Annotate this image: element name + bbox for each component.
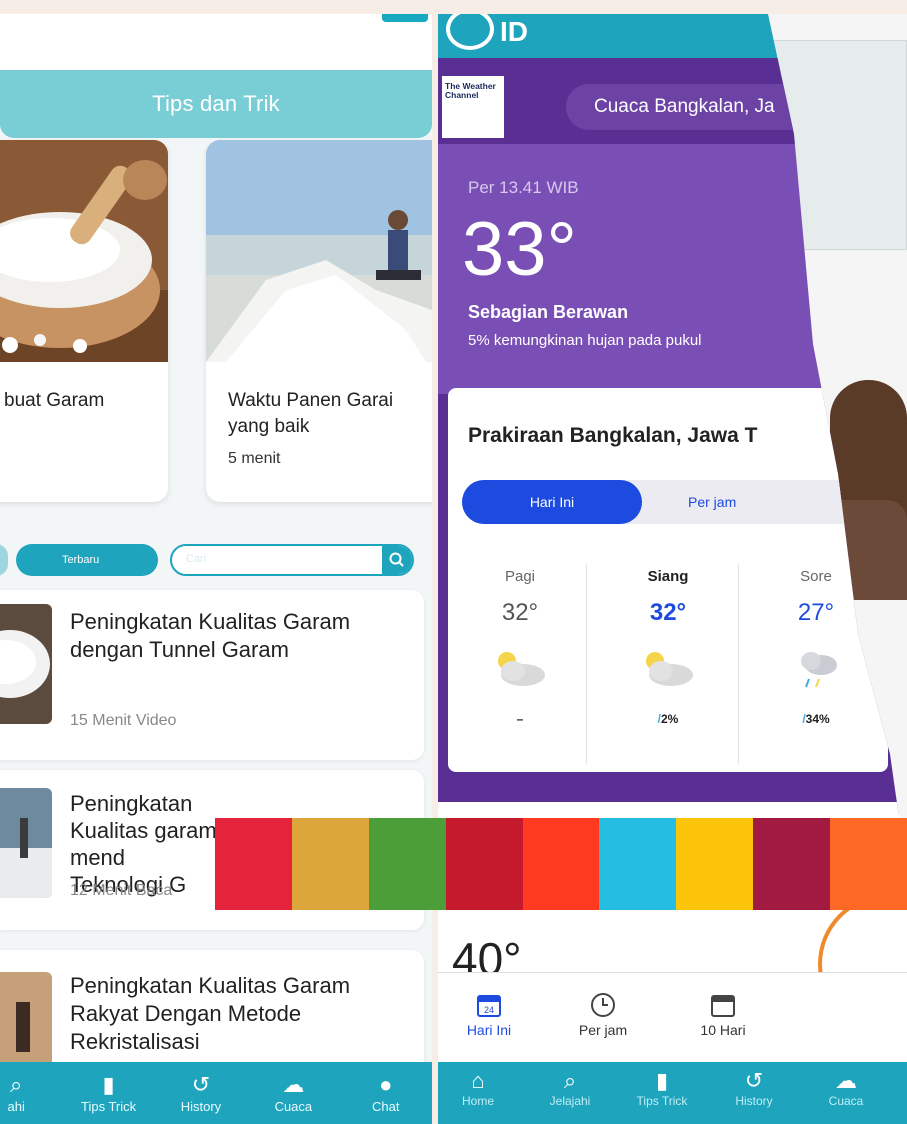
observation-time: Per 13.41 WIB xyxy=(468,178,579,197)
nav-tips-trick[interactable]: ▮ Tips Trick xyxy=(79,1071,139,1114)
list-item-meta: 15 Menit Video xyxy=(70,712,177,729)
partly-cloudy-icon xyxy=(498,652,545,686)
search-icon: ⌕ xyxy=(563,1068,577,1093)
list-item-title: Peningkatan Kualitas Garam Rakyat Dengan… xyxy=(70,973,351,1054)
tab-10-days[interactable]: 10 Hari xyxy=(678,991,768,1038)
nav-jelajahi[interactable]: ⌕ Jelajahi xyxy=(530,1068,610,1108)
toggle-today[interactable]: Hari Ini xyxy=(462,480,642,524)
history-icon: ↺ xyxy=(744,1068,764,1093)
list-thumbnail xyxy=(0,972,52,1072)
color-swatch xyxy=(753,818,831,910)
partly-cloudy-icon xyxy=(646,652,693,686)
card-duration: 5 menit xyxy=(228,450,281,467)
list-thumbnail xyxy=(0,788,52,898)
list-item-meta: 12 Menit Baca xyxy=(70,882,173,899)
color-swatch xyxy=(291,818,369,910)
card-title: buat Garam xyxy=(4,390,105,411)
tab-hourly[interactable]: Per jam xyxy=(558,991,648,1038)
weather-channel-logo: The Weather Channel xyxy=(442,76,504,138)
rain-chance: 5% kemungkinan hujan pada pukul xyxy=(468,332,702,349)
divider xyxy=(586,564,587,764)
bookmark-icon: ▮ xyxy=(655,1068,669,1093)
weather-icon: ☁ xyxy=(282,1071,305,1097)
chat-icon: ● xyxy=(379,1071,393,1097)
forecast-tabs: 24 Hari Ini Per jam 10 Hari xyxy=(438,972,907,1062)
toggle-hourly[interactable]: Per jam xyxy=(688,494,736,510)
search-input[interactable]: Cari xyxy=(170,544,414,576)
current-temperature: 33° xyxy=(462,207,577,292)
color-swatch xyxy=(215,818,292,910)
nav-history[interactable]: ↺ History xyxy=(171,1071,231,1114)
nav-explore[interactable]: ⌕ ahi xyxy=(0,1071,46,1114)
tip-card[interactable]: buat Garam xyxy=(0,140,168,502)
tab-today[interactable]: 24 Hari Ini xyxy=(444,991,534,1038)
history-icon: ↺ xyxy=(191,1071,211,1097)
app-logo-text: ID xyxy=(500,16,528,47)
nav-history[interactable]: ↺ History xyxy=(714,1068,794,1108)
clock-icon xyxy=(591,993,615,1017)
forecast-title: Prakiraan Bangkalan, Jawa T xyxy=(468,424,758,447)
color-swatch xyxy=(368,818,446,910)
nav-cuaca[interactable]: ☁ Cuaca xyxy=(263,1071,323,1114)
explore-icon: ⌕ xyxy=(10,1071,23,1097)
filter-latest-button[interactable]: Terbaru xyxy=(16,544,158,576)
calendar-range-icon xyxy=(711,995,735,1017)
list-thumbnail xyxy=(0,604,52,724)
nav-chat[interactable]: ● Chat xyxy=(356,1071,416,1114)
salt-bowl-image xyxy=(0,140,168,362)
list-item-title: Peningkatan Kualitas Garam dengan Tunnel… xyxy=(70,609,351,662)
divider xyxy=(738,564,739,764)
color-swatch xyxy=(599,818,677,910)
nav-home[interactable]: ⌂ Home xyxy=(438,1068,518,1108)
color-strip xyxy=(215,818,907,910)
weather-condition: Sebagian Berawan xyxy=(468,302,629,322)
nav-tips-trick[interactable]: ▮ Tips Trick xyxy=(622,1068,702,1108)
salt-harvest-image xyxy=(206,140,432,362)
forecast-afternoon: Siang 32° /2% xyxy=(608,568,728,726)
home-icon: ⌂ xyxy=(471,1068,485,1093)
weather-icon: ☁ xyxy=(835,1068,857,1093)
nav-cuaca[interactable]: ☁ Cuaca xyxy=(806,1068,886,1108)
tip-card[interactable]: Waktu Panen Garai yang baik 5 menit xyxy=(206,140,432,502)
bookmark-icon: ▮ xyxy=(102,1071,115,1097)
page-title: Tips dan Trik xyxy=(0,70,432,138)
rain-cloud-icon xyxy=(801,652,837,688)
svg-text:24: 24 xyxy=(484,1005,494,1015)
left-app-screen: Tips dan Trik buat Garam Waktu Panen Gar… xyxy=(0,14,432,1124)
color-swatch xyxy=(676,818,754,910)
calendar-icon: 24 xyxy=(477,995,501,1017)
menu-button[interactable] xyxy=(382,14,428,22)
color-swatch xyxy=(445,818,523,910)
card-title: Waktu Panen Garai yang baik xyxy=(228,390,394,437)
forecast-morning: Pagi 32° – xyxy=(460,568,580,726)
bottom-nav: ⌂ Home ⌕ Jelajahi ▮ Tips Trick ↺ History… xyxy=(438,1062,907,1124)
top-bar xyxy=(0,14,432,70)
search-button[interactable] xyxy=(382,546,412,574)
color-swatch xyxy=(830,818,907,910)
bottom-nav: ⌕ ahi ▮ Tips Trick ↺ History ☁ Cuaca ● C… xyxy=(0,1062,432,1124)
color-swatch xyxy=(522,818,600,910)
search-icon xyxy=(389,552,404,567)
filter-pill-partial[interactable] xyxy=(0,544,8,576)
list-item[interactable]: Peningkatan Kualitas Garam dengan Tunnel… xyxy=(0,590,424,760)
